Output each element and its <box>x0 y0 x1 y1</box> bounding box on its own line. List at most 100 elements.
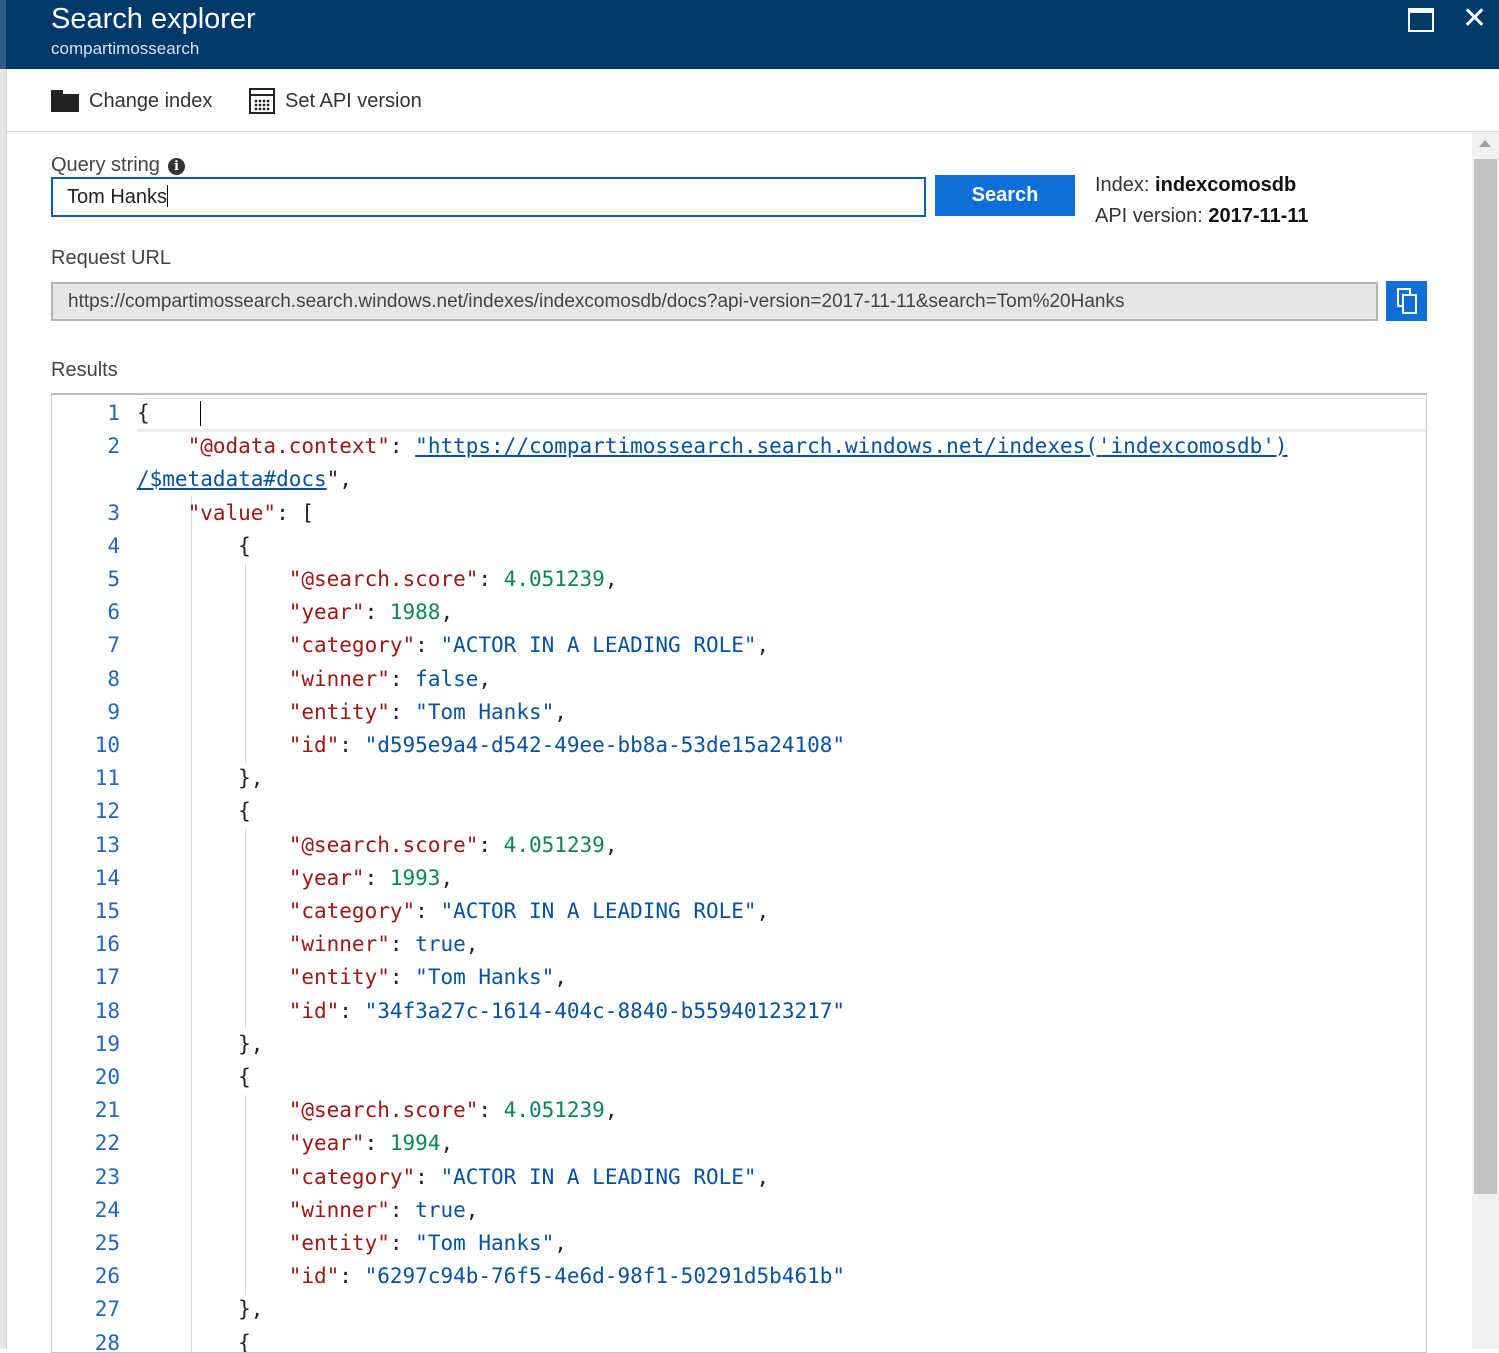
json-punctuation: { <box>238 533 251 558</box>
code-text: "winner": true, <box>137 1194 479 1227</box>
vertical-scrollbar[interactable] <box>1472 132 1499 1349</box>
json-number: 1988 <box>389 600 441 625</box>
change-index-button[interactable]: Change index <box>51 86 212 116</box>
code-line: 7 "category": "ACTOR IN A LEADING ROLE", <box>52 629 1426 662</box>
code-text: /$metadata#docs", <box>137 463 352 496</box>
line-number: 9 <box>107 699 120 724</box>
code-line: 22 "year": 1994, <box>52 1127 1426 1160</box>
api-version-label: API version: <box>1095 205 1209 227</box>
json-key: "category" <box>288 899 416 923</box>
json-punctuation: , <box>554 965 567 990</box>
json-url-link[interactable]: /$metadata#docs <box>137 467 327 491</box>
code-line: /$metadata#docs", <box>52 463 1426 496</box>
search-button[interactable]: Search <box>935 175 1075 216</box>
folder-icon <box>51 90 79 112</box>
scroll-up-icon[interactable] <box>1479 140 1491 147</box>
line-number: 19 <box>94 1031 120 1056</box>
command-bar: Change index Set API version <box>7 69 1499 132</box>
json-punctuation: , <box>756 633 770 658</box>
json-url-link[interactable]: "https://compartimossearch.search.window… <box>415 434 1287 458</box>
json-key: "entity" <box>288 699 390 724</box>
api-version-info: API version: 2017-11-11 <box>1095 205 1309 228</box>
left-edge-bar <box>0 69 7 1349</box>
json-string: "ACTOR IN A LEADING ROLE" <box>440 899 757 923</box>
json-string: true <box>415 932 466 957</box>
line-number: 18 <box>94 998 120 1023</box>
blade-title: Search explorer <box>51 3 256 35</box>
json-punctuation: , <box>440 865 454 890</box>
json-key: "id" <box>288 733 340 757</box>
code-text: { <box>137 530 251 563</box>
json-punctuation: , <box>756 1164 770 1189</box>
json-punctuation: : <box>364 865 390 890</box>
line-number: 5 <box>107 567 120 591</box>
code-line: 1{ <box>52 397 1426 430</box>
json-punctuation: { <box>238 1065 251 1089</box>
code-line: 13 "@search.score": 4.051239, <box>52 829 1426 862</box>
line-number: 20 <box>94 1065 120 1089</box>
scrollbar-thumb[interactable] <box>1474 159 1497 1194</box>
code-text: "entity": "Tom Hanks", <box>137 961 567 994</box>
json-punctuation: , <box>554 699 567 724</box>
code-text: "@search.score": 4.051239, <box>137 563 618 596</box>
line-number: 26 <box>94 1264 120 1289</box>
query-string-value: Tom Hanks <box>67 186 168 208</box>
json-punctuation: , <box>554 1231 567 1255</box>
code-line: 20 { <box>52 1061 1426 1094</box>
json-key: "value" <box>187 500 277 525</box>
json-key: "@search.score" <box>288 832 479 857</box>
results-editor[interactable]: 1{ 2 "@odata.context": "https://compartim… <box>51 393 1427 1353</box>
info-icon[interactable]: i <box>167 158 185 175</box>
maximize-icon[interactable] <box>1408 8 1434 32</box>
json-key: "year" <box>288 1131 365 1156</box>
code-line: 18 "id": "34f3a27c-1614-404c-8840-b55940… <box>52 995 1426 1028</box>
code-line: 17 "entity": "Tom Hanks", <box>52 961 1426 994</box>
json-punctuation: , <box>756 899 770 923</box>
json-punctuation: : <box>389 434 416 459</box>
code-text: "id": "34f3a27c-1614-404c-8840-b55940123… <box>137 995 845 1028</box>
json-key: "year" <box>288 865 365 890</box>
code-line: 28 { <box>52 1327 1426 1352</box>
json-number: 4.051239 <box>503 832 605 857</box>
code-line: 23 "category": "ACTOR IN A LEADING ROLE"… <box>52 1161 1426 1194</box>
query-string-input[interactable]: Tom Hanks <box>51 177 926 217</box>
code-text: "@odata.context": "https://compartimosse… <box>137 430 1288 463</box>
code-text: { <box>137 397 150 430</box>
json-punctuation: : <box>478 832 504 857</box>
code-text: "entity": "Tom Hanks", <box>137 1227 567 1260</box>
line-number: 2 <box>107 434 120 459</box>
json-key: "winner" <box>288 932 390 957</box>
json-punctuation: : <box>415 899 441 923</box>
index-info: Index: indexcomosdb <box>1095 174 1296 197</box>
line-number: 16 <box>94 932 120 957</box>
line-number: 12 <box>94 799 120 824</box>
set-api-version-button[interactable]: Set API version <box>249 86 422 116</box>
close-icon[interactable]: ✕ <box>1462 4 1487 34</box>
json-punctuation: : <box>339 1264 365 1289</box>
json-key: "@search.score" <box>288 1098 479 1123</box>
code-line: 5 "@search.score": 4.051239, <box>52 563 1426 596</box>
json-punctuation: : <box>389 666 416 691</box>
json-punctuation: , <box>604 1098 618 1123</box>
json-punctuation: : <box>478 1098 504 1123</box>
json-key: "entity" <box>288 965 390 990</box>
json-string: true <box>415 1197 466 1222</box>
code-text: "category": "ACTOR IN A LEADING ROLE", <box>137 629 769 662</box>
json-punctuation: { <box>137 401 150 425</box>
json-key: "id" <box>288 1264 340 1289</box>
json-punctuation: : <box>364 1131 390 1156</box>
json-key: "year" <box>288 600 365 625</box>
query-string-label: Query string i <box>51 154 185 177</box>
line-number: 21 <box>94 1098 120 1123</box>
copy-url-button[interactable] <box>1386 281 1427 321</box>
code-line: 8 "winner": false, <box>52 663 1426 696</box>
json-string: "d595e9a4-d542-49ee-bb8a-53de15a24108" <box>364 733 846 757</box>
request-url-field[interactable]: https://compartimossearch.search.windows… <box>51 282 1378 321</box>
code-text: "year": 1994, <box>137 1127 453 1160</box>
json-key: "winner" <box>288 666 390 691</box>
json-punctuation: : <box>389 1231 416 1255</box>
index-label: Index: <box>1095 174 1156 196</box>
line-number: 11 <box>94 766 120 791</box>
json-key: "category" <box>288 1164 416 1189</box>
code-line: 14 "year": 1993, <box>52 862 1426 895</box>
